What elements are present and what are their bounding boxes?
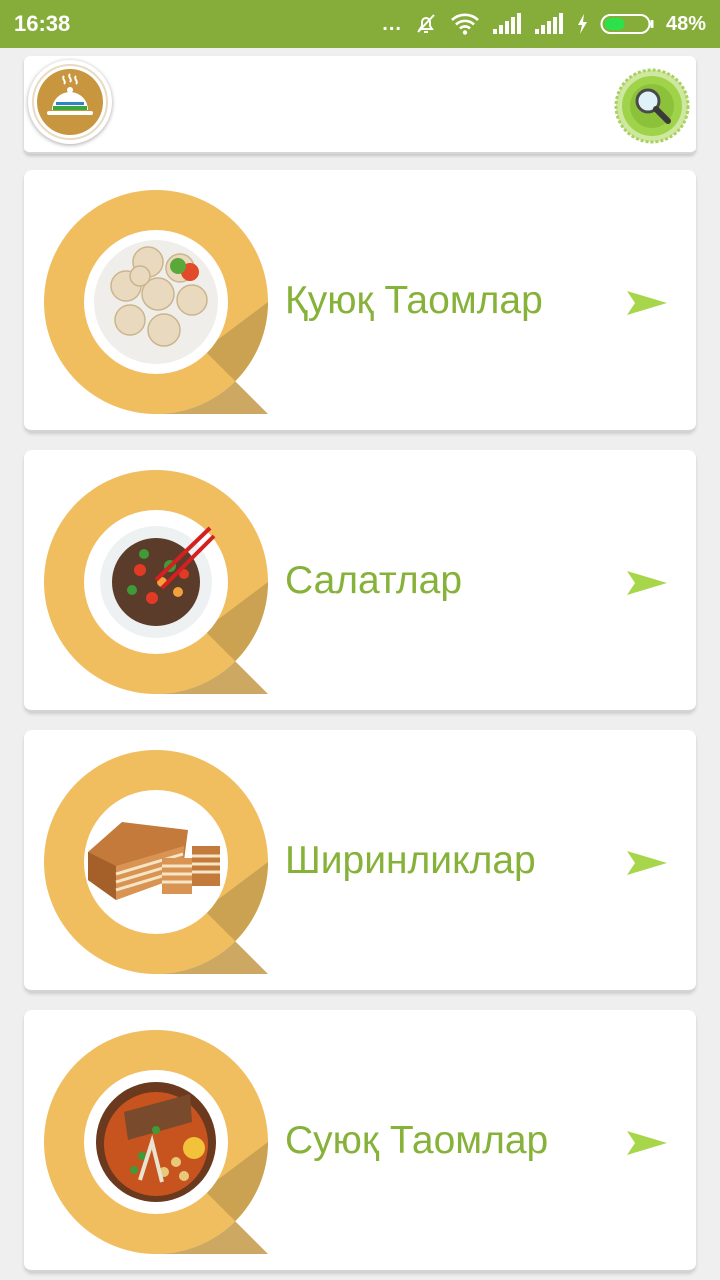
- category-title: Салатлар: [285, 559, 463, 602]
- arrow-right-icon: [627, 291, 667, 315]
- status-icons: ... 48%: [382, 12, 706, 36]
- signal-icon: [534, 13, 563, 34]
- status-time: 16:38: [14, 11, 71, 36]
- category-card-quyuq-taomlar[interactable]: Қуюқ Таомлар: [24, 170, 696, 432]
- mute-bell-icon: [417, 14, 435, 33]
- arrow-right-icon: [627, 851, 667, 875]
- battery-percent: 48%: [665, 12, 706, 35]
- category-title: Қуюқ Таомлар: [285, 279, 543, 322]
- battery-icon: [600, 14, 654, 34]
- signal-icon: [492, 13, 521, 34]
- category-title: Ширинликлар: [285, 839, 536, 882]
- app-header: [24, 56, 696, 154]
- dumplings-plate-icon: [44, 190, 268, 414]
- status-bar: 16:38 ... 48%: [0, 0, 720, 48]
- arrow-right-icon: [627, 1131, 667, 1155]
- wifi-icon: [451, 13, 479, 35]
- soup-bowl-icon: [44, 1030, 268, 1254]
- layered-cake-icon: [44, 750, 268, 974]
- magnifier-icon[interactable]: [614, 68, 690, 144]
- category-card-shirinliklar[interactable]: Ширинликлар: [24, 730, 696, 992]
- arrow-right-icon: [627, 571, 667, 595]
- cloche-logo-icon[interactable]: [28, 60, 112, 144]
- salad-bowl-icon: [44, 470, 268, 694]
- category-card-salatlar[interactable]: Салатлар: [24, 450, 696, 712]
- charging-icon: [577, 14, 587, 34]
- category-title: Суюқ Таомлар: [285, 1119, 549, 1162]
- dots-icon: ...: [382, 12, 402, 35]
- category-card-suyuq-taomlar[interactable]: Суюқ Таомлар: [24, 1010, 696, 1272]
